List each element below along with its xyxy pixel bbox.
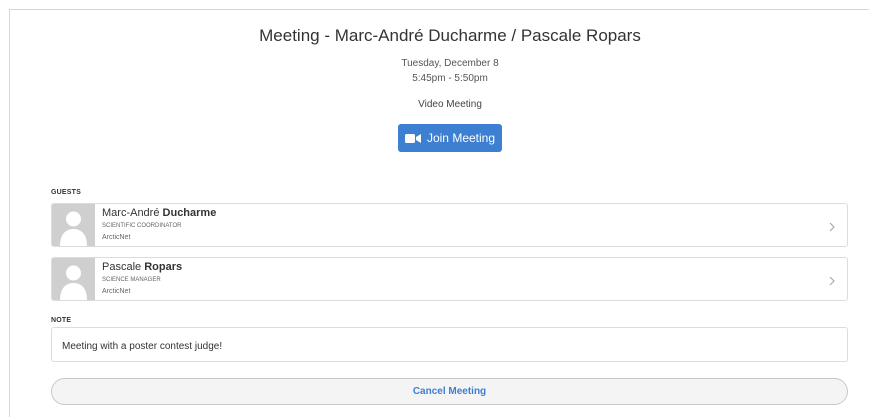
join-meeting-label: Join Meeting xyxy=(426,131,496,145)
meeting-type: Video Meeting xyxy=(418,99,482,110)
guest-row[interactable]: Pascale Ropars SCIENCE MANAGER ArcticNet xyxy=(51,257,848,301)
guest-row[interactable]: Marc-André Ducharme SCIENTIFIC COORDINAT… xyxy=(51,203,848,247)
join-meeting-button[interactable]: Join Meeting xyxy=(398,124,502,152)
user-silhouette-icon xyxy=(52,204,95,246)
chevron-right-icon xyxy=(829,219,835,237)
note-heading: NOTE xyxy=(51,317,72,324)
guest-org: ArcticNet xyxy=(102,234,131,241)
meeting-time: 5:45pm - 5:50pm xyxy=(412,73,488,84)
video-camera-icon xyxy=(404,133,421,144)
guest-last-name: Ducharme xyxy=(162,207,217,219)
guest-last-name: Ropars xyxy=(144,261,183,273)
page-title: Meeting - Marc-André Ducharme / Pascale … xyxy=(259,26,641,45)
cancel-meeting-button[interactable]: Cancel Meeting xyxy=(51,378,848,405)
guest-name: Marc-André Ducharme xyxy=(102,207,216,219)
guest-role: SCIENCE MANAGER xyxy=(102,277,161,283)
meeting-date: Tuesday, December 8 xyxy=(401,58,499,69)
guest-name: Pascale Ropars xyxy=(102,261,182,273)
chevron-right-icon xyxy=(829,273,835,291)
note-text: Meeting with a poster contest judge! xyxy=(51,327,848,362)
guest-role: SCIENTIFIC COORDINATOR xyxy=(102,223,182,229)
guests-heading: GUESTS xyxy=(51,189,81,196)
guest-first-name: Pascale xyxy=(102,261,142,273)
user-silhouette-icon xyxy=(52,258,95,300)
guest-first-name: Marc-André xyxy=(102,207,160,219)
guest-org: ArcticNet xyxy=(102,288,131,295)
